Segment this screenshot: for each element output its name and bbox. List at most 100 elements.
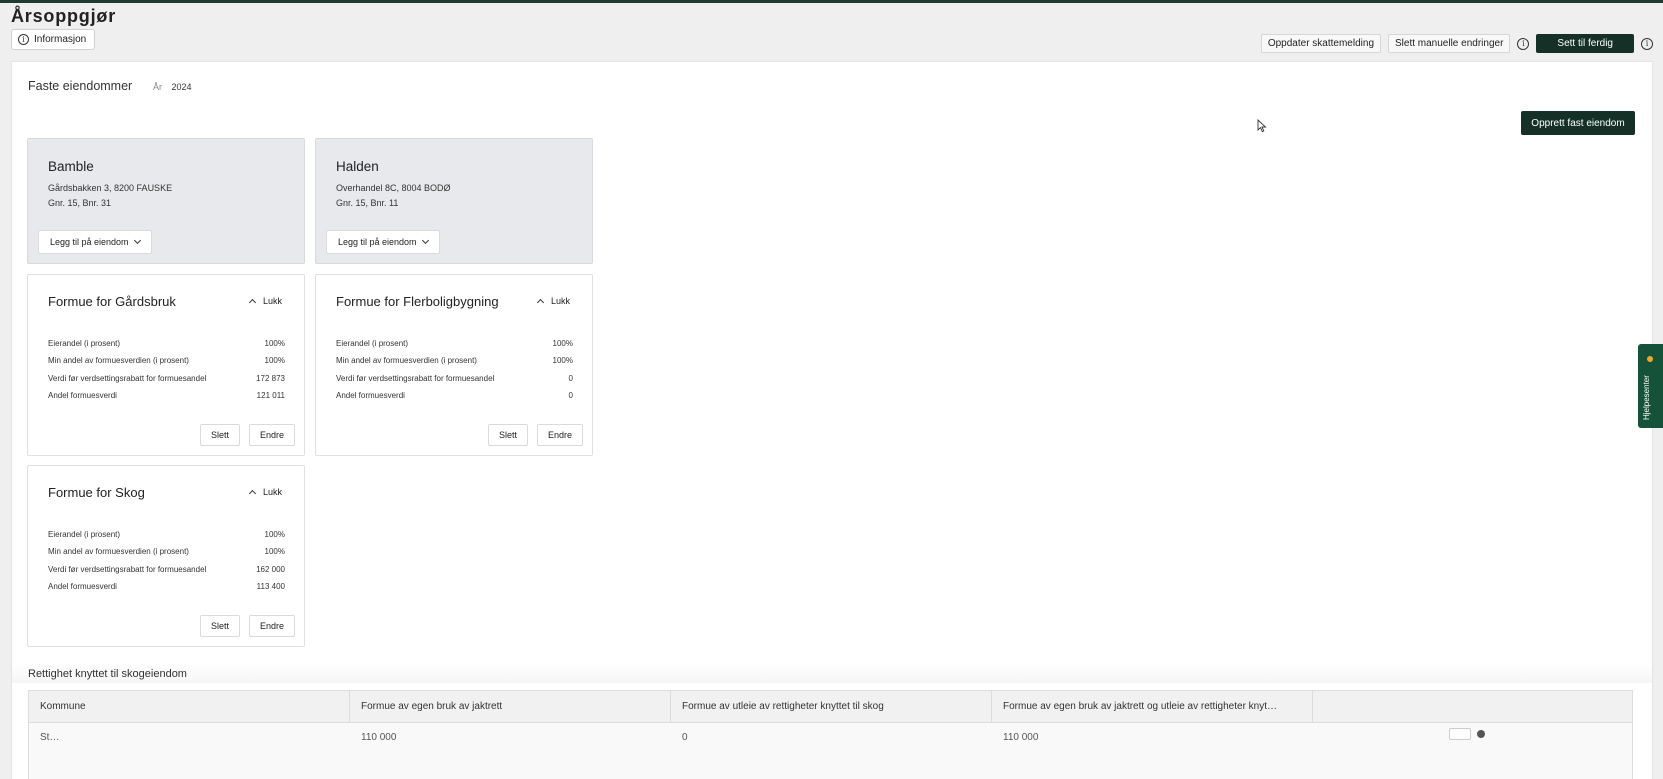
row-label: Verdi før verdsettingsrabatt for formues… [48,564,207,574]
add-to-property-label: Legg til på eiendom [50,237,129,247]
property-gnr: Gnr. 15, Bnr. 11 [336,198,399,208]
edit-row-icon[interactable] [1449,728,1471,740]
formue-row: Andel formuesverdi 113 400 [48,582,285,599]
mouse-cursor-icon [1257,119,1267,133]
help-center-label: Hjelpesenter [1642,375,1651,420]
formue-rows: Eierandel (i prosent) 100% Min andel av f… [336,339,573,409]
rights-table-title: Rettighet knyttet til skogeiendom [28,668,187,680]
table-header: Kommune Formue av egen bruk av jaktrett … [29,691,1632,723]
row-value: 100% [264,356,285,366]
row-value: 162 000 [256,564,285,574]
row-value: 100% [264,547,285,557]
set-finished-button[interactable]: Sett til ferdig [1536,34,1634,53]
column-header-jaktrett[interactable]: Formue av egen bruk av jaktrett [350,691,671,722]
page-title: Årsoppgjør [11,6,116,26]
property-gnr: Gnr. 15, Bnr. 31 [48,198,112,208]
chevron-up-icon [536,298,545,307]
add-to-property-button[interactable]: Legg til på eiendom [326,230,440,254]
information-button-label: Informasjon [34,34,87,45]
delete-manual-changes-button[interactable]: Slett manuelle endringer [1388,34,1511,53]
rights-table: Kommune Formue av egen bruk av jaktrett … [28,690,1633,779]
row-value: 113 400 [256,582,285,592]
edit-button[interactable]: Endre [536,424,583,446]
chevron-down-icon [421,236,429,245]
table-cell: St… [40,732,60,743]
formue-card-title: Formue for Gårdsbruk [48,294,176,309]
row-value: 100% [552,339,573,348]
update-tax-return-button[interactable]: Oppdater skattemelding [1260,34,1381,53]
year-value: 2024 [171,82,192,92]
formue-row: Andel formuesverdi 0 [336,391,573,408]
formue-row: Verdi før verdsettingsrabatt for formues… [336,374,573,391]
card-actions: Slett Endre [199,615,295,637]
edit-button[interactable]: Endre [248,615,295,637]
row-label: Eierandel (i prosent) [336,339,409,348]
table-cell: 0 [682,732,688,743]
row-label: Min andel av formuesverdien (i prosent) [48,547,189,557]
row-label: Eierandel (i prosent) [48,339,121,348]
property-address: Gårdsbakken 3, 8200 FAUSKE [48,183,173,193]
row-value: 100% [264,339,285,348]
formue-row: Eierandel (i prosent) 100% [48,339,285,356]
help-center-tab[interactable]: Hjelpesenter [1638,344,1663,428]
delete-button[interactable]: Slett [199,424,240,446]
property-name: Halden [336,159,379,174]
notification-dot-icon [1647,356,1653,362]
add-to-property-button[interactable]: Legg til på eiendom [38,230,152,254]
section-fade [12,663,1652,683]
collapse-toggle[interactable]: Lukk [248,487,282,498]
card-actions: Slett Endre [199,424,295,446]
formue-card-title: Formue for Flerboligbygning [336,294,499,309]
formue-row: Min andel av formuesverdien (i prosent) 1… [48,547,285,564]
column-header-kommune[interactable]: Kommune [29,691,350,722]
delete-button[interactable]: Slett [487,424,528,446]
column-header-actions [1313,691,1632,722]
add-to-property-label: Legg til på eiendom [338,237,417,247]
row-label: Min andel av formuesverdien (i prosent) [48,356,189,366]
row-label: Min andel av formuesverdien (i prosent) [336,356,477,366]
formue-row: Eierandel (i prosent) 100% [48,530,285,547]
top-accent-bar [0,0,1663,3]
row-value: 0 [568,391,573,401]
delete-row-icon[interactable] [1477,730,1485,738]
formue-card-flerboligbygning: Formue for Flerboligbygning Lukk Eierand… [315,274,593,456]
chevron-up-icon [248,298,257,307]
column-header-utleie[interactable]: Formue av utleie av rettigheter knyttet … [671,691,992,722]
info-icon[interactable]: i [1641,37,1653,50]
main-panel: Faste eiendommer År 2024 Opprett fast ei… [11,61,1653,779]
info-icon[interactable]: i [1517,37,1530,50]
row-value: 100% [264,530,285,539]
table-row[interactable]: St… 110 000 0 110 000 [29,723,1632,763]
formue-rows: Eierandel (i prosent) 100% Min andel av f… [48,530,285,600]
formue-card-title: Formue for Skog [48,485,145,500]
row-value: 172 873 [256,373,285,383]
header-actions: Oppdater skattemelding Slett manuelle en… [1260,34,1653,53]
delete-button[interactable]: Slett [199,615,240,637]
section-title: Faste eiendommer [28,79,133,93]
collapse-label: Lukk [262,487,282,497]
create-property-button[interactable]: Opprett fast eiendom [1521,111,1635,135]
property-address: Overhandel 8C, 8004 BODØ [336,183,451,193]
formue-row: Eierandel (i prosent) 100% [336,339,573,356]
row-label: Andel formuesverdi [48,582,117,592]
collapse-toggle[interactable]: Lukk [536,296,570,307]
year-label: År [153,82,162,92]
formue-row: Andel formuesverdi 121 011 [48,391,285,408]
row-label: Verdi før verdsettingsrabatt for formues… [336,373,495,383]
column-header-total[interactable]: Formue av egen bruk av jaktrett og utlei… [992,691,1313,722]
information-button[interactable]: i Informasjon [11,29,96,50]
row-label: Verdi før verdsettingsrabatt for formues… [48,373,207,383]
property-card-bamble: Bamble Gårdsbakken 3, 8200 FAUSKE Gnr. 1… [27,138,305,264]
edit-button[interactable]: Endre [248,424,295,446]
formue-row: Verdi før verdsettingsrabatt for formues… [48,565,285,582]
row-value: 121 011 [256,391,285,401]
row-tools [1313,723,1632,763]
collapse-toggle[interactable]: Lukk [248,296,282,307]
formue-row: Min andel av formuesverdien (i prosent) 1… [336,356,573,373]
property-card-halden: Halden Overhandel 8C, 8004 BODØ Gnr. 15,… [315,138,593,264]
year-display: År 2024 [153,82,192,92]
chevron-down-icon [133,236,141,245]
row-value: 0 [568,373,573,383]
row-value: 100% [552,356,573,366]
row-label: Andel formuesverdi [48,391,117,401]
